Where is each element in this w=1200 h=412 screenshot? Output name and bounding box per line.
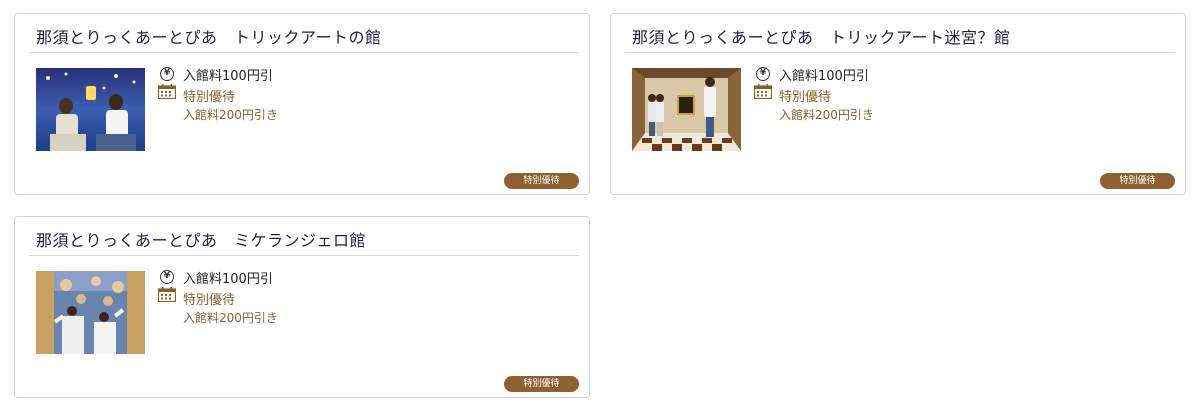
divider bbox=[29, 52, 579, 53]
special-offer-label: 特別優待 bbox=[183, 90, 236, 105]
offer-card[interactable]: 那須とりっくあーとぴあ ミケランジェロ館 ¥ 入館料100円引 特別優待 入館料… bbox=[14, 216, 590, 398]
special-offer-badge[interactable]: 特別優待 bbox=[504, 376, 579, 392]
offer-card[interactable]: 那須とりっくあーとぴあ トリックアートの館 ¥ 入館料100円引 特別優待 入館… bbox=[14, 13, 590, 195]
yen-icon: ¥ bbox=[160, 67, 174, 81]
discount-text: 入館料100円引 bbox=[779, 69, 869, 84]
calendar-icon bbox=[158, 84, 176, 99]
yen-icon: ¥ bbox=[756, 67, 770, 81]
special-offer-detail: 入館料200円引き bbox=[183, 311, 278, 325]
special-offer-detail: 入館料200円引き bbox=[183, 108, 278, 122]
special-offer-detail: 入館料200円引き bbox=[779, 108, 874, 122]
thumbnail-image[interactable] bbox=[36, 68, 145, 151]
divider bbox=[625, 52, 1175, 53]
special-offer-badge[interactable]: 特別優待 bbox=[504, 173, 579, 189]
card-title[interactable]: 那須とりっくあーとぴあ トリックアート迷宮？館 bbox=[632, 24, 1011, 48]
thumbnail-image[interactable] bbox=[36, 271, 145, 354]
divider bbox=[29, 255, 579, 256]
yen-icon: ¥ bbox=[160, 270, 174, 284]
card-title[interactable]: 那須とりっくあーとぴあ ミケランジェロ館 bbox=[36, 227, 366, 251]
special-offer-badge[interactable]: 特別優待 bbox=[1100, 173, 1175, 189]
special-offer-label: 特別優待 bbox=[779, 90, 832, 105]
thumbnail-image[interactable] bbox=[632, 68, 741, 151]
offer-grid: 那須とりっくあーとぴあ トリックアートの館 ¥ 入館料100円引 特別優待 入館… bbox=[0, 0, 1200, 412]
calendar-icon bbox=[754, 84, 772, 99]
card-title[interactable]: 那須とりっくあーとぴあ トリックアートの館 bbox=[36, 24, 382, 48]
discount-text: 入館料100円引 bbox=[183, 272, 273, 287]
calendar-icon bbox=[158, 287, 176, 302]
special-offer-label: 特別優待 bbox=[183, 293, 236, 308]
offer-card[interactable]: 那須とりっくあーとぴあ トリックアート迷宮？館 ¥ 入館料100円引 特別優待 … bbox=[610, 13, 1186, 195]
discount-text: 入館料100円引 bbox=[183, 69, 273, 84]
